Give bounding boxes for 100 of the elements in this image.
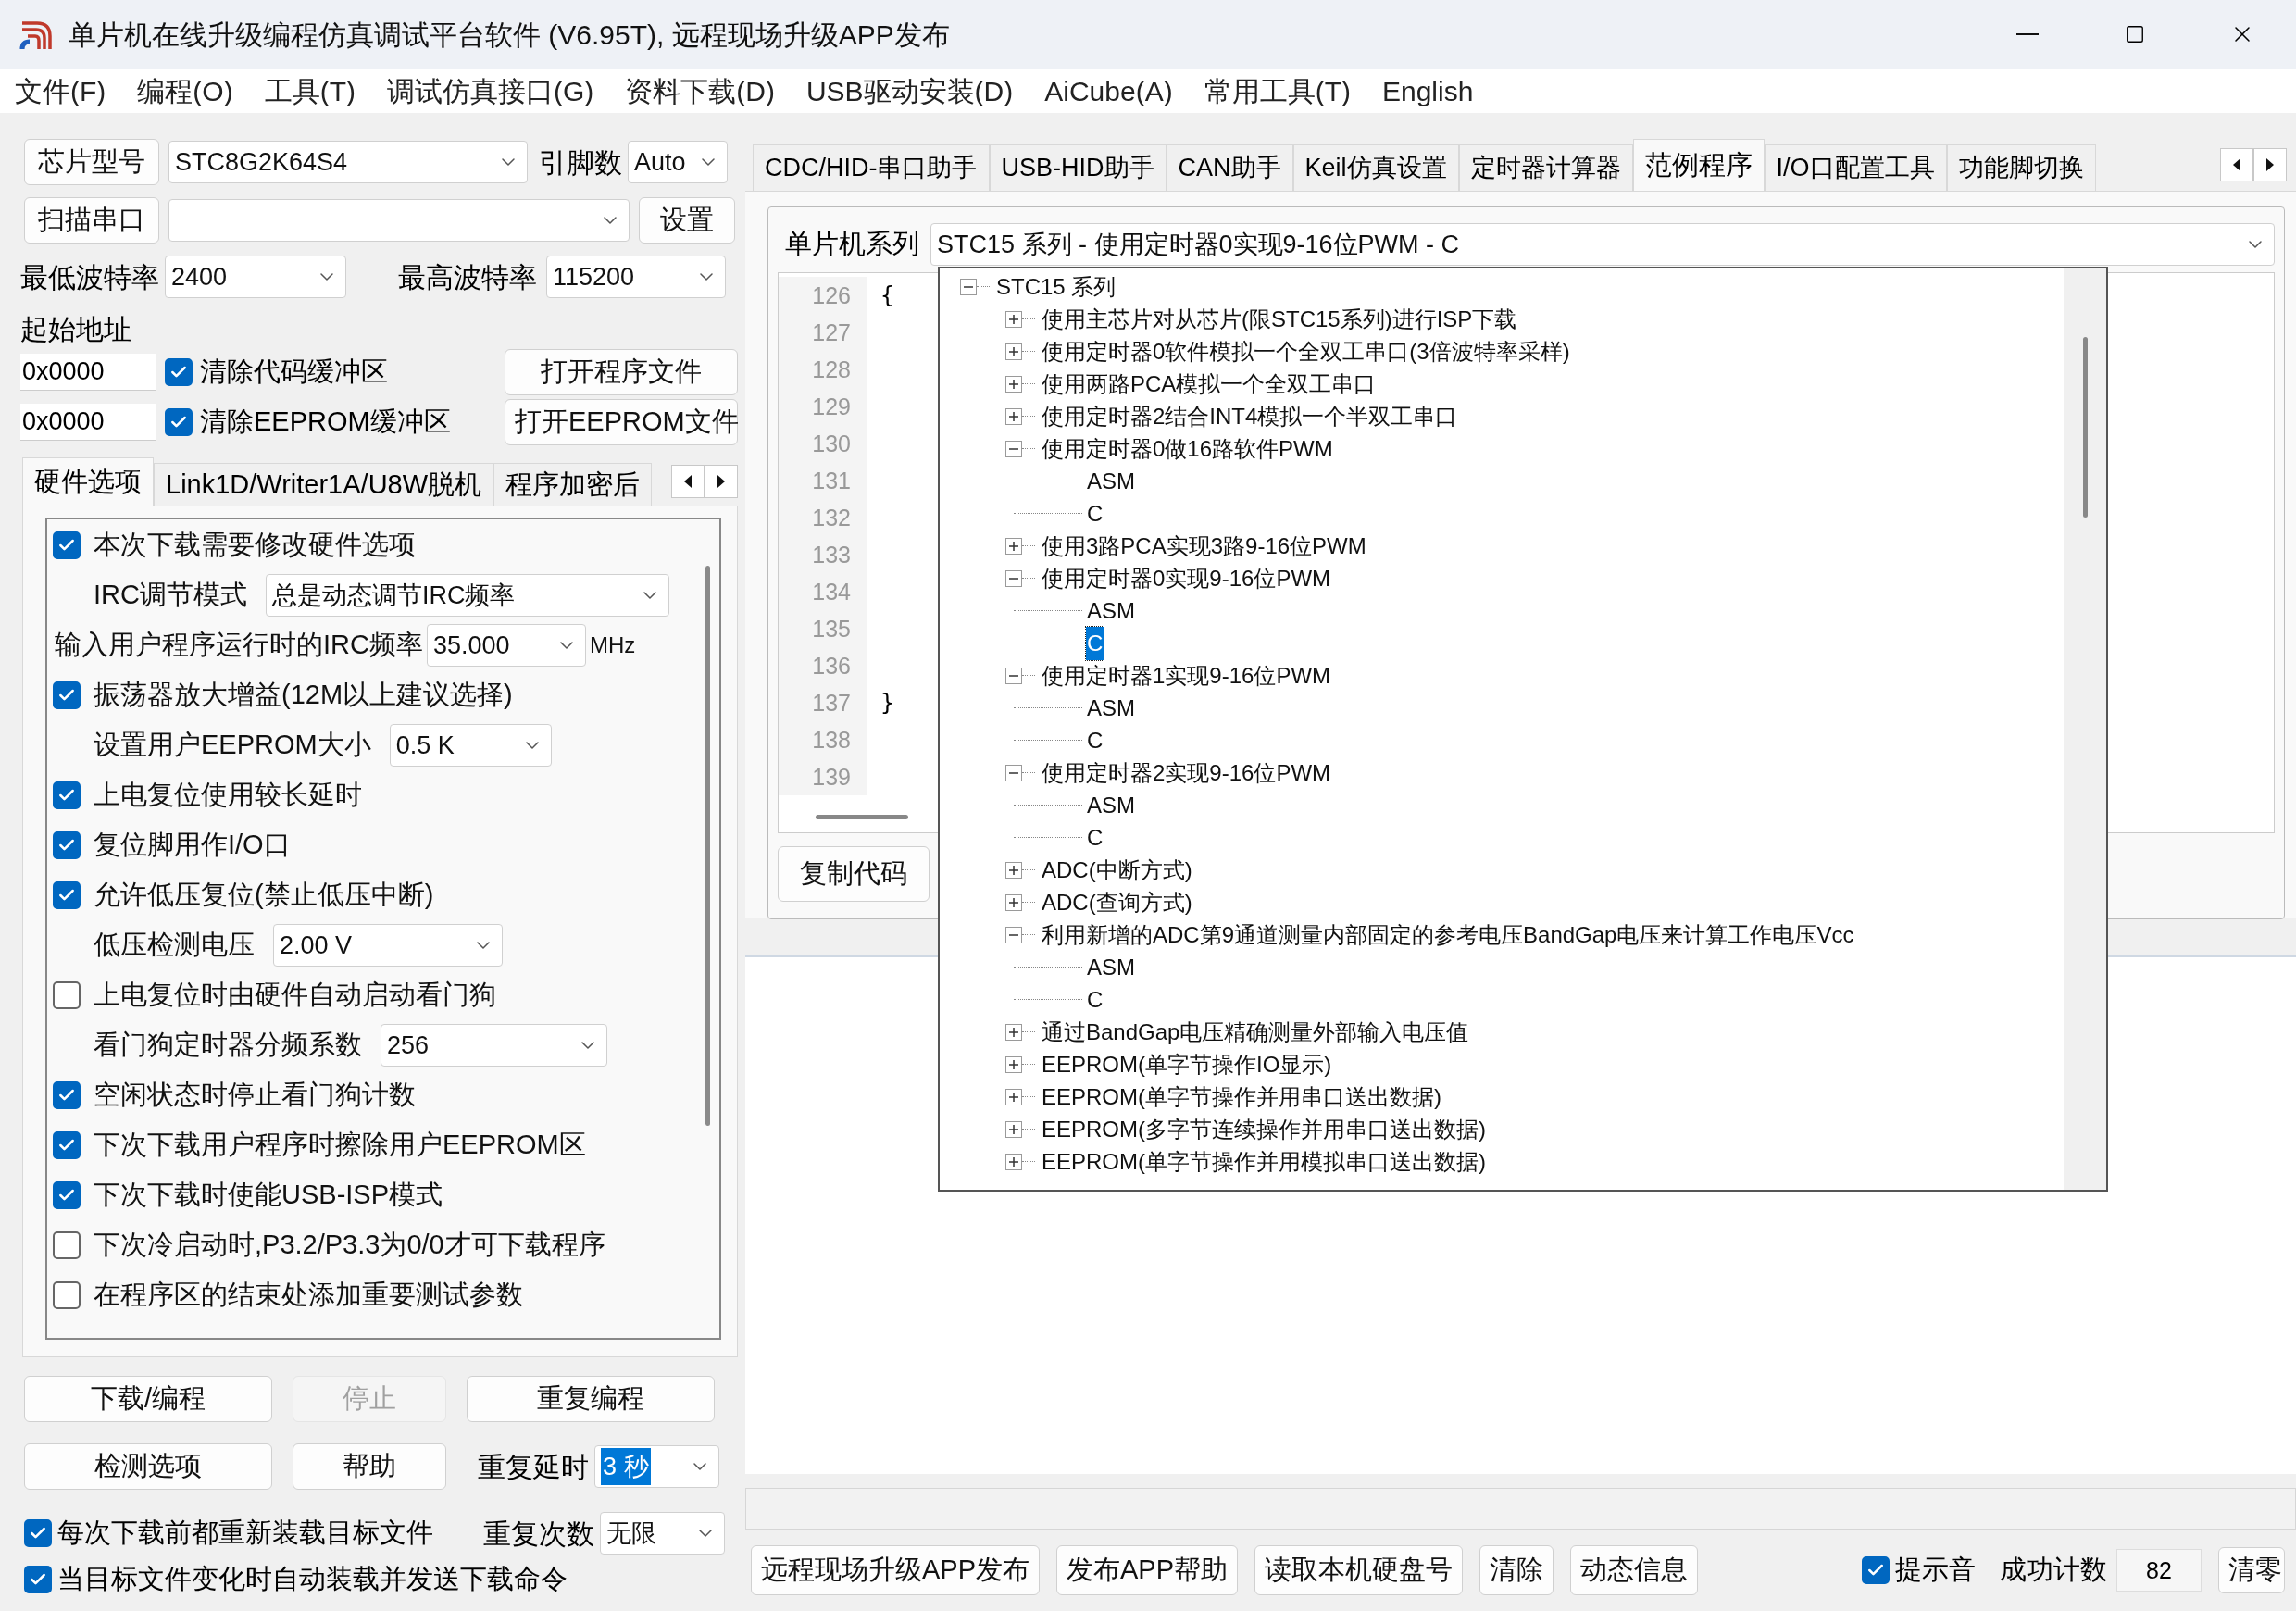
tree-item[interactable]: C: [1086, 496, 1104, 531]
menu-item[interactable]: AiCube(A): [1044, 69, 1173, 112]
dropdown[interactable]: 115200: [546, 256, 726, 298]
scrollbar-thumb[interactable]: [705, 566, 710, 1126]
dropdown[interactable]: Auto: [628, 141, 728, 183]
download-button[interactable]: 下载/编程: [24, 1376, 272, 1422]
tree-item[interactable]: ASM: [1086, 691, 1136, 725]
tree-item[interactable]: STC15 系列: [995, 269, 1117, 304]
dropdown[interactable]: 3 秒: [594, 1445, 719, 1488]
tree-item[interactable]: 使用定时器0做16路软件PWM: [1041, 431, 1334, 466]
checkbox[interactable]: [53, 1281, 81, 1309]
checkbox[interactable]: [1862, 1556, 1890, 1584]
expand-icon[interactable]: [1005, 310, 1022, 328]
expand-icon[interactable]: [1005, 343, 1022, 360]
expand-icon[interactable]: [1005, 1055, 1022, 1073]
menu-item[interactable]: 调试仿真接口(G): [386, 69, 594, 112]
dropdown[interactable]: STC15 系列 - 使用定时器0实现9-16位PWM - C: [930, 223, 2275, 266]
tree-item[interactable]: 使用两路PCA模拟一个全双工串口: [1041, 367, 1378, 401]
tree-item[interactable]: 使用定时器1实现9-16位PWM: [1041, 658, 1332, 693]
collapse-icon[interactable]: [1005, 926, 1022, 943]
tree-item[interactable]: EEPROM(单字节操作IO显示): [1041, 1047, 1333, 1081]
tree-item[interactable]: 利用新增的ADC第9通道测量内部固定的参考电压BandGap电压来计算工作电压Vcc: [1041, 918, 1855, 952]
menu-item[interactable]: USB驱动安装(D): [805, 69, 1014, 112]
checkbox[interactable]: [53, 1181, 81, 1209]
collapse-icon[interactable]: [1005, 440, 1022, 457]
expand-icon[interactable]: [1005, 375, 1022, 393]
checkbox[interactable]: [53, 531, 81, 559]
tree-item[interactable]: ASM: [1086, 788, 1136, 822]
expand-icon[interactable]: [1005, 1120, 1022, 1138]
tab[interactable]: CAN助手: [1166, 144, 1293, 191]
address-field[interactable]: 0x0000: [20, 354, 156, 391]
clear-button[interactable]: 清除: [1479, 1545, 1554, 1595]
tab[interactable]: USB-HID助手: [989, 144, 1167, 191]
dropdown[interactable]: 2.00 V: [273, 924, 503, 967]
tab[interactable]: Keil仿真设置: [1292, 144, 1459, 191]
tree-item[interactable]: 使用定时器2结合INT4模拟一个半双工串口: [1041, 399, 1459, 433]
tab[interactable]: Link1D/Writer1A/U8W脱机: [154, 463, 494, 506]
tree-item[interactable]: EEPROM(单字节操作并用串口送出数据): [1041, 1080, 1442, 1114]
dynamic-info-button[interactable]: 动态信息: [1570, 1545, 1699, 1595]
dropdown[interactable]: 35.000: [426, 624, 586, 667]
tree-item[interactable]: 使用定时器0软件模拟一个全双工串口(3倍波特率采样): [1041, 334, 1571, 368]
open-file-button[interactable]: 打开程序文件: [505, 349, 738, 395]
tree-item[interactable]: EEPROM(单字节操作并用模拟串口送出数据): [1041, 1144, 1487, 1179]
dropdown[interactable]: 256: [381, 1024, 607, 1067]
dropdown[interactable]: STC8G2K64S4: [168, 141, 528, 183]
tree-item[interactable]: C: [1086, 723, 1104, 757]
scrollbar-thumb[interactable]: [2082, 337, 2088, 518]
checkbox[interactable]: [24, 1566, 52, 1593]
checkbox[interactable]: [53, 1081, 81, 1109]
check-options-button[interactable]: 检测选项: [24, 1443, 272, 1490]
tab[interactable]: 范例程序: [1632, 139, 1765, 191]
expand-icon[interactable]: [1005, 1088, 1022, 1105]
settings-button[interactable]: 设置: [639, 197, 735, 244]
tree-item[interactable]: ASM: [1086, 464, 1136, 498]
expand-icon[interactable]: [1005, 861, 1022, 879]
scroll-left-button[interactable]: [671, 465, 705, 498]
tree-item[interactable]: 使用定时器0实现9-16位PWM: [1041, 561, 1332, 595]
publish-help-button[interactable]: 发布APP帮助: [1056, 1545, 1239, 1595]
collapse-icon[interactable]: [1005, 764, 1022, 781]
checkbox[interactable]: [53, 1131, 81, 1159]
read-disk-id-button[interactable]: 读取本机硬盘号: [1254, 1545, 1464, 1595]
repeat-program-button[interactable]: 重复编程: [467, 1376, 715, 1422]
success-count-field[interactable]: 82: [2116, 1549, 2202, 1592]
tree-item[interactable]: C: [1086, 626, 1104, 660]
scroll-right-button[interactable]: [705, 465, 738, 498]
tab[interactable]: CDC/HID-串口助手: [753, 144, 990, 191]
checkbox[interactable]: [53, 881, 81, 909]
tab[interactable]: 硬件选项: [22, 457, 154, 506]
tab[interactable]: 功能脚切换: [1946, 144, 2096, 191]
tree-item[interactable]: C: [1086, 982, 1104, 1017]
dropdown[interactable]: 2400: [165, 256, 346, 298]
checkbox[interactable]: [165, 358, 193, 386]
expand-icon[interactable]: [1005, 407, 1022, 425]
dropdown[interactable]: 0.5 K: [389, 724, 552, 767]
menu-item[interactable]: English: [1382, 69, 1474, 112]
tab[interactable]: 定时器计算器: [1458, 144, 1633, 191]
copy-code-button[interactable]: 复制代码: [778, 846, 930, 902]
checkbox[interactable]: [53, 981, 81, 1009]
collapse-icon[interactable]: [1005, 667, 1022, 684]
checkbox[interactable]: [53, 1231, 81, 1259]
tree-item[interactable]: ASM: [1086, 950, 1136, 984]
open-file-button[interactable]: 打开EEPROM文件: [505, 399, 738, 445]
checkbox[interactable]: [165, 408, 193, 436]
menu-item[interactable]: 编程(O): [137, 69, 233, 112]
tree-item[interactable]: C: [1086, 820, 1104, 855]
dropdown[interactable]: 总是动态调节IRC频率: [265, 574, 669, 617]
tree-item[interactable]: ADC(中断方式): [1041, 853, 1193, 887]
collapse-icon[interactable]: [1005, 569, 1022, 587]
checkbox[interactable]: [53, 781, 81, 809]
help-button[interactable]: 帮助: [293, 1443, 446, 1490]
expand-icon[interactable]: [1005, 893, 1022, 911]
scroll-left-button[interactable]: [2220, 148, 2253, 181]
scroll-right-button[interactable]: [2253, 148, 2287, 181]
tree-item[interactable]: ASM: [1086, 593, 1136, 628]
tab[interactable]: I/O口配置工具: [1764, 144, 1947, 191]
reset-count-button[interactable]: 清零: [2218, 1547, 2285, 1593]
checkbox[interactable]: [53, 681, 81, 709]
expand-icon[interactable]: [1005, 537, 1022, 555]
tree-item[interactable]: ADC(查询方式): [1041, 885, 1193, 919]
expand-icon[interactable]: [1005, 1153, 1022, 1170]
